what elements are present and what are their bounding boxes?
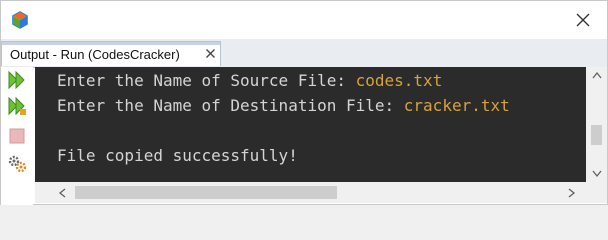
tab-strip: Output - Run (CodesCracker) (1, 39, 607, 68)
console-message: File copied successfully! (57, 146, 298, 165)
tab-close-icon[interactable] (205, 48, 216, 59)
console-prompt: Enter the Name of Destination File: (57, 96, 404, 115)
scroll-left-icon[interactable] (57, 187, 67, 199)
stop-icon[interactable] (6, 125, 28, 147)
console-line-4: File copied successfully! (57, 146, 298, 166)
rerun-icon[interactable] (6, 69, 28, 91)
vertical-scroll-thumb[interactable] (591, 125, 602, 145)
tab-label: Output - Run (CodesCracker) (10, 47, 180, 62)
rerun-with-args-icon[interactable] (6, 95, 28, 117)
netbeans-cube-icon (12, 11, 28, 29)
console-prompt: Enter the Name of Source File: (57, 71, 356, 90)
title-bar (1, 1, 607, 39)
scrollbar-corner (586, 182, 607, 203)
vertical-scrollbar[interactable] (586, 67, 607, 182)
scroll-down-icon[interactable] (591, 169, 603, 179)
output-window: Output - Run (CodesCracker) Enter the Na… (0, 0, 608, 205)
console-user-input: codes.txt (355, 71, 443, 90)
settings-icon[interactable] (6, 153, 28, 175)
output-toolbar (1, 67, 33, 205)
tab-output[interactable]: Output - Run (CodesCracker) (1, 41, 221, 66)
horizontal-scrollbar[interactable] (35, 182, 586, 203)
horizontal-scroll-thumb[interactable] (75, 186, 337, 199)
console-line-2: Enter the Name of Destination File: crac… (57, 96, 510, 116)
console-output[interactable]: Enter the Name of Source File: codes.txt… (35, 67, 586, 182)
tab-accent (2, 42, 220, 45)
console-user-input: cracker.txt (403, 96, 510, 115)
scroll-right-icon[interactable] (567, 187, 577, 199)
console-line-1: Enter the Name of Source File: codes.txt (57, 71, 442, 91)
scroll-up-icon[interactable] (591, 70, 603, 80)
close-icon[interactable] (573, 10, 593, 30)
